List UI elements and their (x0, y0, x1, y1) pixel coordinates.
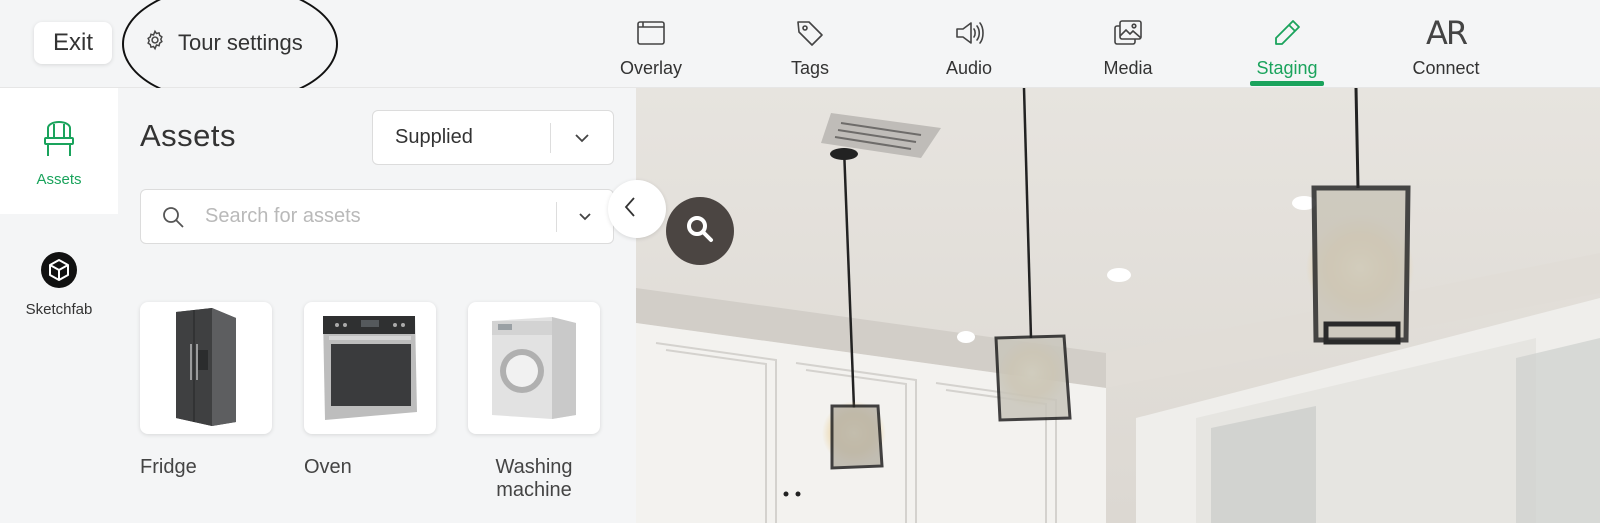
nav-overlay[interactable]: Overlay (596, 0, 706, 88)
rail-item-assets[interactable]: Assets (0, 88, 118, 214)
app-window: Exit Tour settings Overlay Tags Audio Me… (0, 0, 1600, 523)
search-icon (141, 205, 205, 229)
tour-viewer[interactable] (636, 88, 1600, 523)
rail-item-sketchfab-label: Sketchfab (25, 301, 93, 318)
nav-overlay-label: Overlay (619, 58, 682, 78)
magnifier-icon (685, 214, 715, 249)
sketchfab-logo-icon (41, 252, 77, 293)
nav-connect[interactable]: AR Connect (1391, 0, 1501, 88)
top-bar: Exit Tour settings Overlay Tags Audio Me… (0, 0, 1600, 104)
asset-label-washing-machine: Washing machine (495, 456, 573, 501)
source-select[interactable]: Supplied (372, 110, 614, 165)
nav-connect-label: Connect (1412, 58, 1480, 78)
nav-tags[interactable]: Tags (755, 0, 865, 88)
search-box (140, 189, 614, 244)
tour-settings-button[interactable]: Tour settings (144, 24, 303, 62)
zoom-button[interactable] (666, 197, 734, 265)
pencil-icon (1271, 16, 1303, 50)
rail-item-sketchfab[interactable]: Sketchfab (0, 252, 118, 318)
speaker-icon (953, 16, 985, 50)
ar-icon: AR (1425, 14, 1468, 52)
exit-button[interactable]: Exit (34, 22, 112, 64)
nav-tags-label: Tags (790, 58, 830, 78)
active-tab-indicator (1250, 81, 1324, 86)
asset-label-fridge: Fridge (140, 456, 197, 478)
rail-item-assets-label: Assets (36, 171, 82, 188)
assets-panel: Assets Supplied Fridge (118, 88, 636, 523)
tour-settings-label: Tour settings (178, 30, 303, 55)
washing-machine-thumbnail-icon (486, 309, 582, 428)
source-select-value: Supplied (395, 126, 473, 148)
nav-media[interactable]: Media (1073, 0, 1183, 88)
images-icon (1112, 16, 1144, 50)
chair-icon (42, 120, 76, 163)
browser-window-icon (635, 16, 667, 50)
fridge-thumbnail-icon (166, 304, 246, 433)
left-rail: Assets Sketchfab (0, 88, 118, 523)
chevron-down-icon (551, 132, 613, 144)
oven-thumbnail-icon (315, 306, 425, 431)
search-filter-dropdown[interactable] (557, 212, 613, 222)
asset-card-oven[interactable] (304, 302, 436, 434)
asset-label-oven: Oven (304, 456, 352, 478)
nav-audio[interactable]: Audio (914, 0, 1024, 88)
gear-icon (144, 29, 166, 57)
collapse-panel-button[interactable] (608, 180, 666, 238)
nav-audio-label: Audio (945, 58, 993, 78)
nav-staging[interactable]: Staging (1232, 0, 1342, 88)
search-input[interactable] (205, 205, 556, 228)
nav-staging-label: Staging (1256, 58, 1318, 78)
nav-media-label: Media (1103, 58, 1153, 78)
panel-title: Assets (140, 118, 237, 153)
asset-card-fridge[interactable] (140, 302, 272, 434)
chevron-left-icon (623, 196, 637, 223)
asset-card-washing-machine[interactable] (468, 302, 600, 434)
tour-panorama-image (636, 88, 1600, 523)
tag-icon (794, 16, 826, 50)
